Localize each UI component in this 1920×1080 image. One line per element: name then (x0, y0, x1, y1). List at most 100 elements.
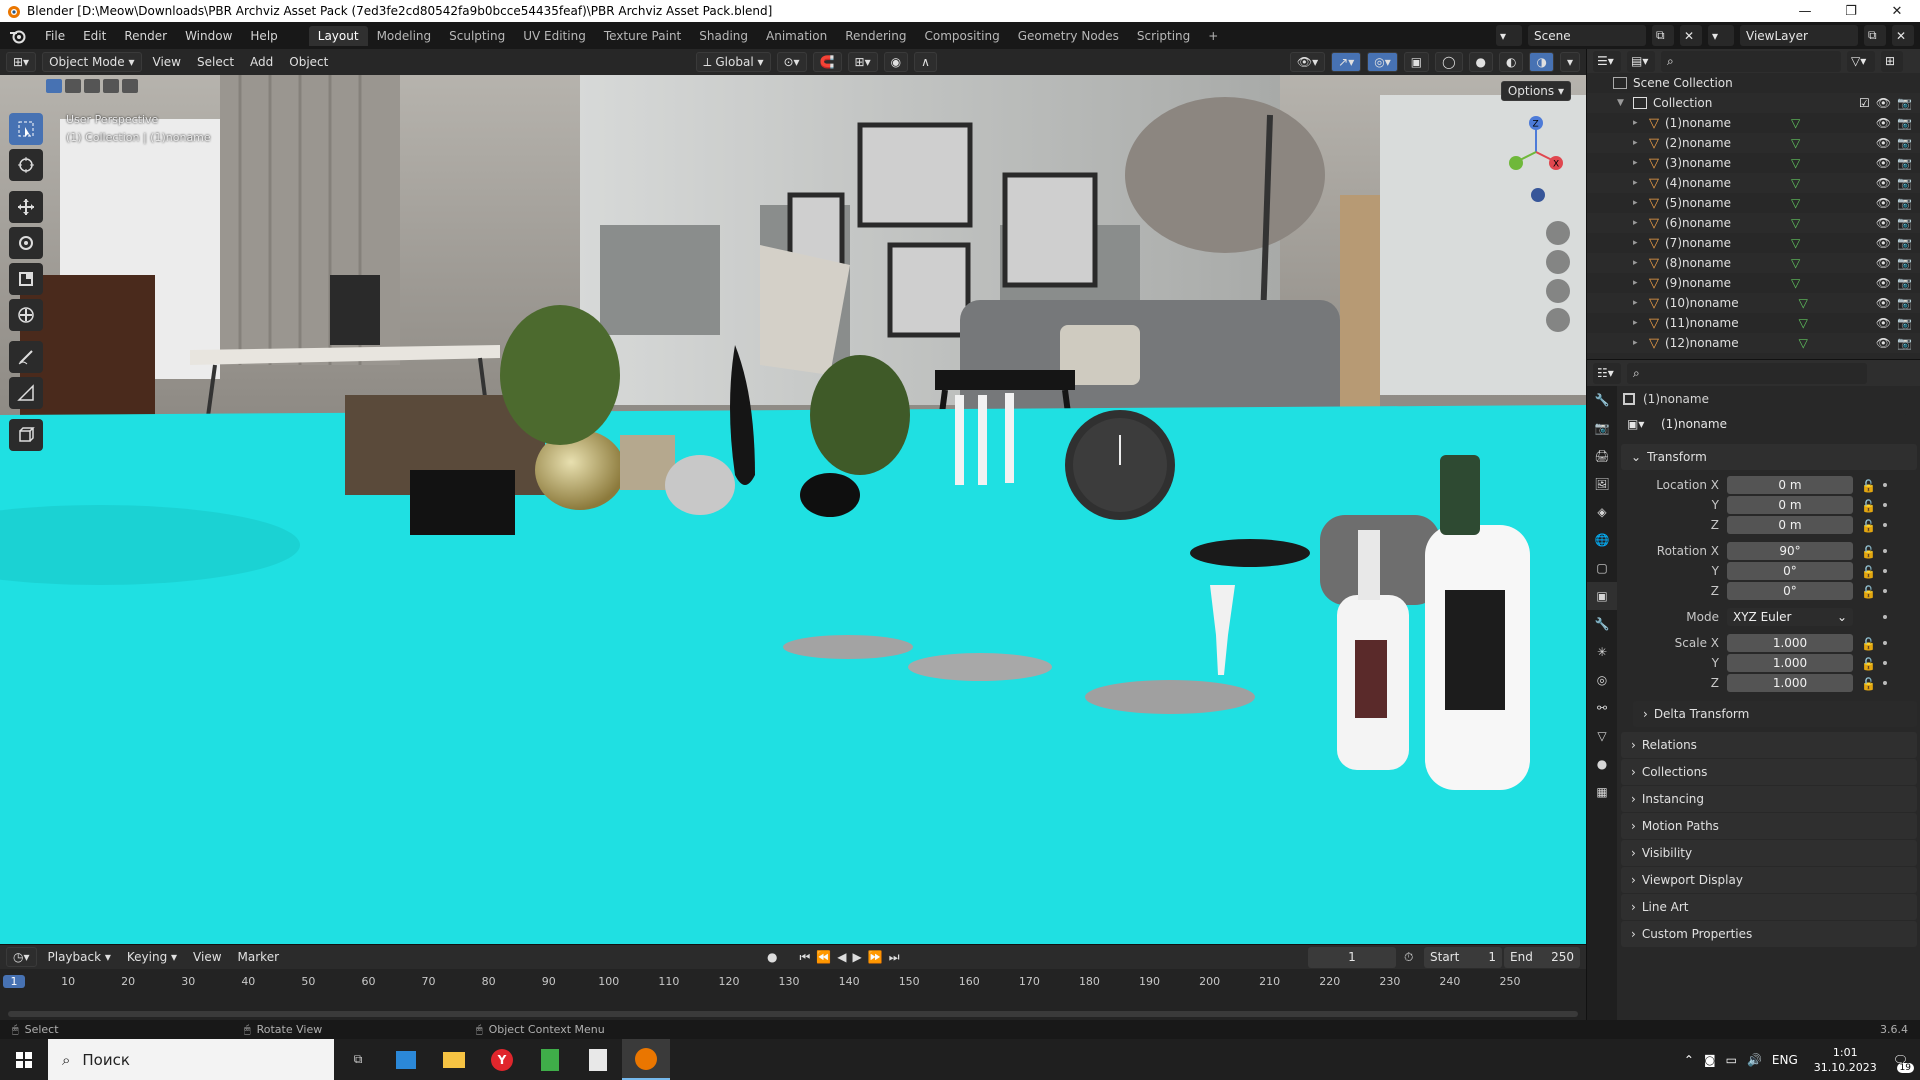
snap-icon[interactable]: 🧲 (812, 52, 842, 72)
menu-view[interactable]: View (145, 55, 189, 69)
mesh-data-icon[interactable]: ▽ (1791, 236, 1800, 250)
blender-menu-icon[interactable] (8, 28, 28, 44)
menu-help[interactable]: Help (241, 29, 286, 43)
keyframe-dot-icon[interactable] (1883, 483, 1887, 487)
camera-icon[interactable]: 📷 (1897, 216, 1912, 230)
camera-icon[interactable]: 📷 (1897, 296, 1912, 310)
expand-icon[interactable]: ▸ (1633, 258, 1645, 268)
keyframe-dot-icon[interactable] (1883, 589, 1887, 593)
transform-tool-icon[interactable] (9, 299, 43, 331)
outliner-item-row[interactable]: ▸ ▽ (5)noname ▽ 👁 📷 (1587, 193, 1920, 213)
select-extend-icon[interactable] (65, 79, 81, 93)
camera-icon[interactable]: 📷 (1897, 316, 1912, 330)
tab-rendering[interactable]: Rendering (836, 26, 915, 46)
expand-icon[interactable]: ▸ (1633, 278, 1645, 288)
rotation-y-field[interactable]: 0° (1727, 562, 1853, 580)
expand-icon[interactable]: ▸ (1633, 118, 1645, 128)
mesh-data-icon[interactable]: ▽ (1799, 336, 1808, 350)
scale-tool-icon[interactable] (9, 263, 43, 295)
location-y-field[interactable]: 0 m (1727, 496, 1853, 514)
mesh-data-icon[interactable]: ▽ (1799, 296, 1808, 310)
outliner-item-row[interactable]: ▸ ▽ (7)noname ▽ 👁 📷 (1587, 233, 1920, 253)
collapsed-panel[interactable]: › Visibility (1621, 840, 1917, 866)
meet-now-icon[interactable]: ◙ (1704, 1053, 1716, 1067)
mesh-data-icon[interactable]: ▽ (1791, 276, 1800, 290)
eye-icon[interactable]: 👁 (1876, 256, 1891, 270)
snap-target-icon[interactable]: ⊞▾ (847, 52, 878, 72)
collapsed-panel[interactable]: › Relations (1621, 732, 1917, 758)
select-new-icon[interactable] (46, 79, 62, 93)
outliner-item-row[interactable]: ▸ ▽ (11)noname ▽ 👁 📷 (1587, 313, 1920, 333)
timeline-scrollbar[interactable] (8, 1011, 1578, 1017)
explorer-icon[interactable] (430, 1039, 478, 1080)
keyframe-dot-icon[interactable] (1883, 523, 1887, 527)
mesh-data-icon[interactable]: ▽ (1791, 176, 1800, 190)
collapsed-panel[interactable]: › Collections (1621, 759, 1917, 785)
select-invert-icon[interactable] (103, 79, 119, 93)
add-cube-tool-icon[interactable] (9, 419, 43, 451)
menu-add[interactable]: Add (242, 55, 281, 69)
scale-x-field[interactable]: 1.000 (1727, 634, 1853, 652)
collection-row[interactable]: ▼ Collection ☑ 👁 📷 (1587, 93, 1920, 113)
viewlayer-browse-icon[interactable]: ▾ (1708, 25, 1734, 46)
start-frame-field[interactable]: Start 1 (1424, 946, 1502, 968)
lock-icon[interactable]: 🔓 (1861, 499, 1876, 513)
location-x-field[interactable]: 0 m (1727, 476, 1853, 494)
menu-object[interactable]: Object (281, 55, 336, 69)
overlay-toggle-icon[interactable]: ◎▾ (1367, 52, 1398, 72)
camera-icon[interactable]: 📷 (1897, 336, 1912, 350)
menu-marker[interactable]: Marker (230, 950, 287, 964)
collection-tab-icon[interactable]: ▢ (1587, 554, 1617, 582)
play-icon[interactable]: ▶ (853, 950, 868, 964)
eye-icon[interactable]: 👁 (1876, 216, 1891, 230)
spreadsheet-app-icon[interactable] (526, 1039, 574, 1080)
tab-sculpting[interactable]: Sculpting (440, 26, 514, 46)
yandex-browser-icon[interactable]: Y (478, 1039, 526, 1080)
tab-modeling[interactable]: Modeling (368, 26, 441, 46)
document-app-icon[interactable] (574, 1039, 622, 1080)
select-subtract-icon[interactable] (84, 79, 100, 93)
expand-icon[interactable]: ▸ (1633, 298, 1645, 308)
eye-icon[interactable]: 👁 (1876, 96, 1891, 110)
eye-icon[interactable]: 👁 (1876, 316, 1891, 330)
tab-compositing[interactable]: Compositing (915, 26, 1008, 46)
tab-uv-editing[interactable]: UV Editing (514, 26, 595, 46)
outliner-item-row[interactable]: ▸ ▽ (12)noname ▽ 👁 📷 (1587, 333, 1920, 353)
collapsed-panel[interactable]: › Line Art (1621, 894, 1917, 920)
filter-icon[interactable]: ▽▾ (1847, 50, 1875, 72)
outliner-item-row[interactable]: ▸ ▽ (8)noname ▽ 👁 📷 (1587, 253, 1920, 273)
taskbar-search-input[interactable]: ⌕ Поиск (48, 1039, 334, 1080)
tab-texture-paint[interactable]: Texture Paint (595, 26, 690, 46)
editor-type-icon[interactable]: ⊞▾ (6, 52, 37, 72)
modifier-tab-icon[interactable]: 🔧 (1587, 610, 1617, 638)
outliner-item-row[interactable]: ▸ ▽ (1)noname ▽ 👁 📷 (1587, 113, 1920, 133)
delete-scene-icon[interactable]: ✕ (1680, 25, 1702, 46)
outliner-item-row[interactable]: ▸ ▽ (4)noname ▽ 👁 📷 (1587, 173, 1920, 193)
tray-expand-icon[interactable]: ⌃ (1684, 1053, 1694, 1067)
task-view-icon[interactable]: ⧉ (334, 1039, 382, 1080)
display-mode-icon[interactable]: ▤▾ (1627, 50, 1655, 72)
new-collection-icon[interactable]: ⊞ (1881, 50, 1903, 72)
expand-icon[interactable]: ▸ (1633, 218, 1645, 228)
end-frame-field[interactable]: End 250 (1504, 946, 1580, 968)
outliner-editor-type-icon[interactable]: ☰▾ (1593, 50, 1621, 72)
tab-layout[interactable]: Layout (308, 25, 368, 46)
eye-icon[interactable]: 👁 (1876, 136, 1891, 150)
collapsed-panel[interactable]: › Instancing (1621, 786, 1917, 812)
new-scene-icon[interactable]: ⧉ (1652, 25, 1674, 46)
eye-icon[interactable]: 👁 (1876, 336, 1891, 350)
lock-icon[interactable]: 🔓 (1861, 585, 1876, 599)
object-tab-icon[interactable]: ▣ (1587, 582, 1617, 610)
lock-icon[interactable]: 🔓 (1861, 479, 1876, 493)
cursor-tool-icon[interactable] (9, 149, 43, 181)
windows-start-icon[interactable] (0, 1039, 48, 1080)
collapsed-panel[interactable]: › Custom Properties (1621, 921, 1917, 947)
mode-dropdown[interactable]: Object Mode ▾ (42, 52, 142, 72)
keyframe-dot-icon[interactable] (1883, 661, 1887, 665)
viewlayer-field[interactable]: ViewLayer (1740, 25, 1858, 46)
frame-ruler[interactable]: 1 10 20 30 40 50 60 70 80 90 100 110 120 130 140 150 160… (0, 973, 1586, 997)
eye-icon[interactable]: 👁 (1876, 196, 1891, 210)
mesh-data-icon[interactable]: ▽ (1799, 316, 1808, 330)
camera-icon[interactable]: 📷 (1897, 116, 1912, 130)
constraints-tab-icon[interactable]: ⚯ (1587, 694, 1617, 722)
